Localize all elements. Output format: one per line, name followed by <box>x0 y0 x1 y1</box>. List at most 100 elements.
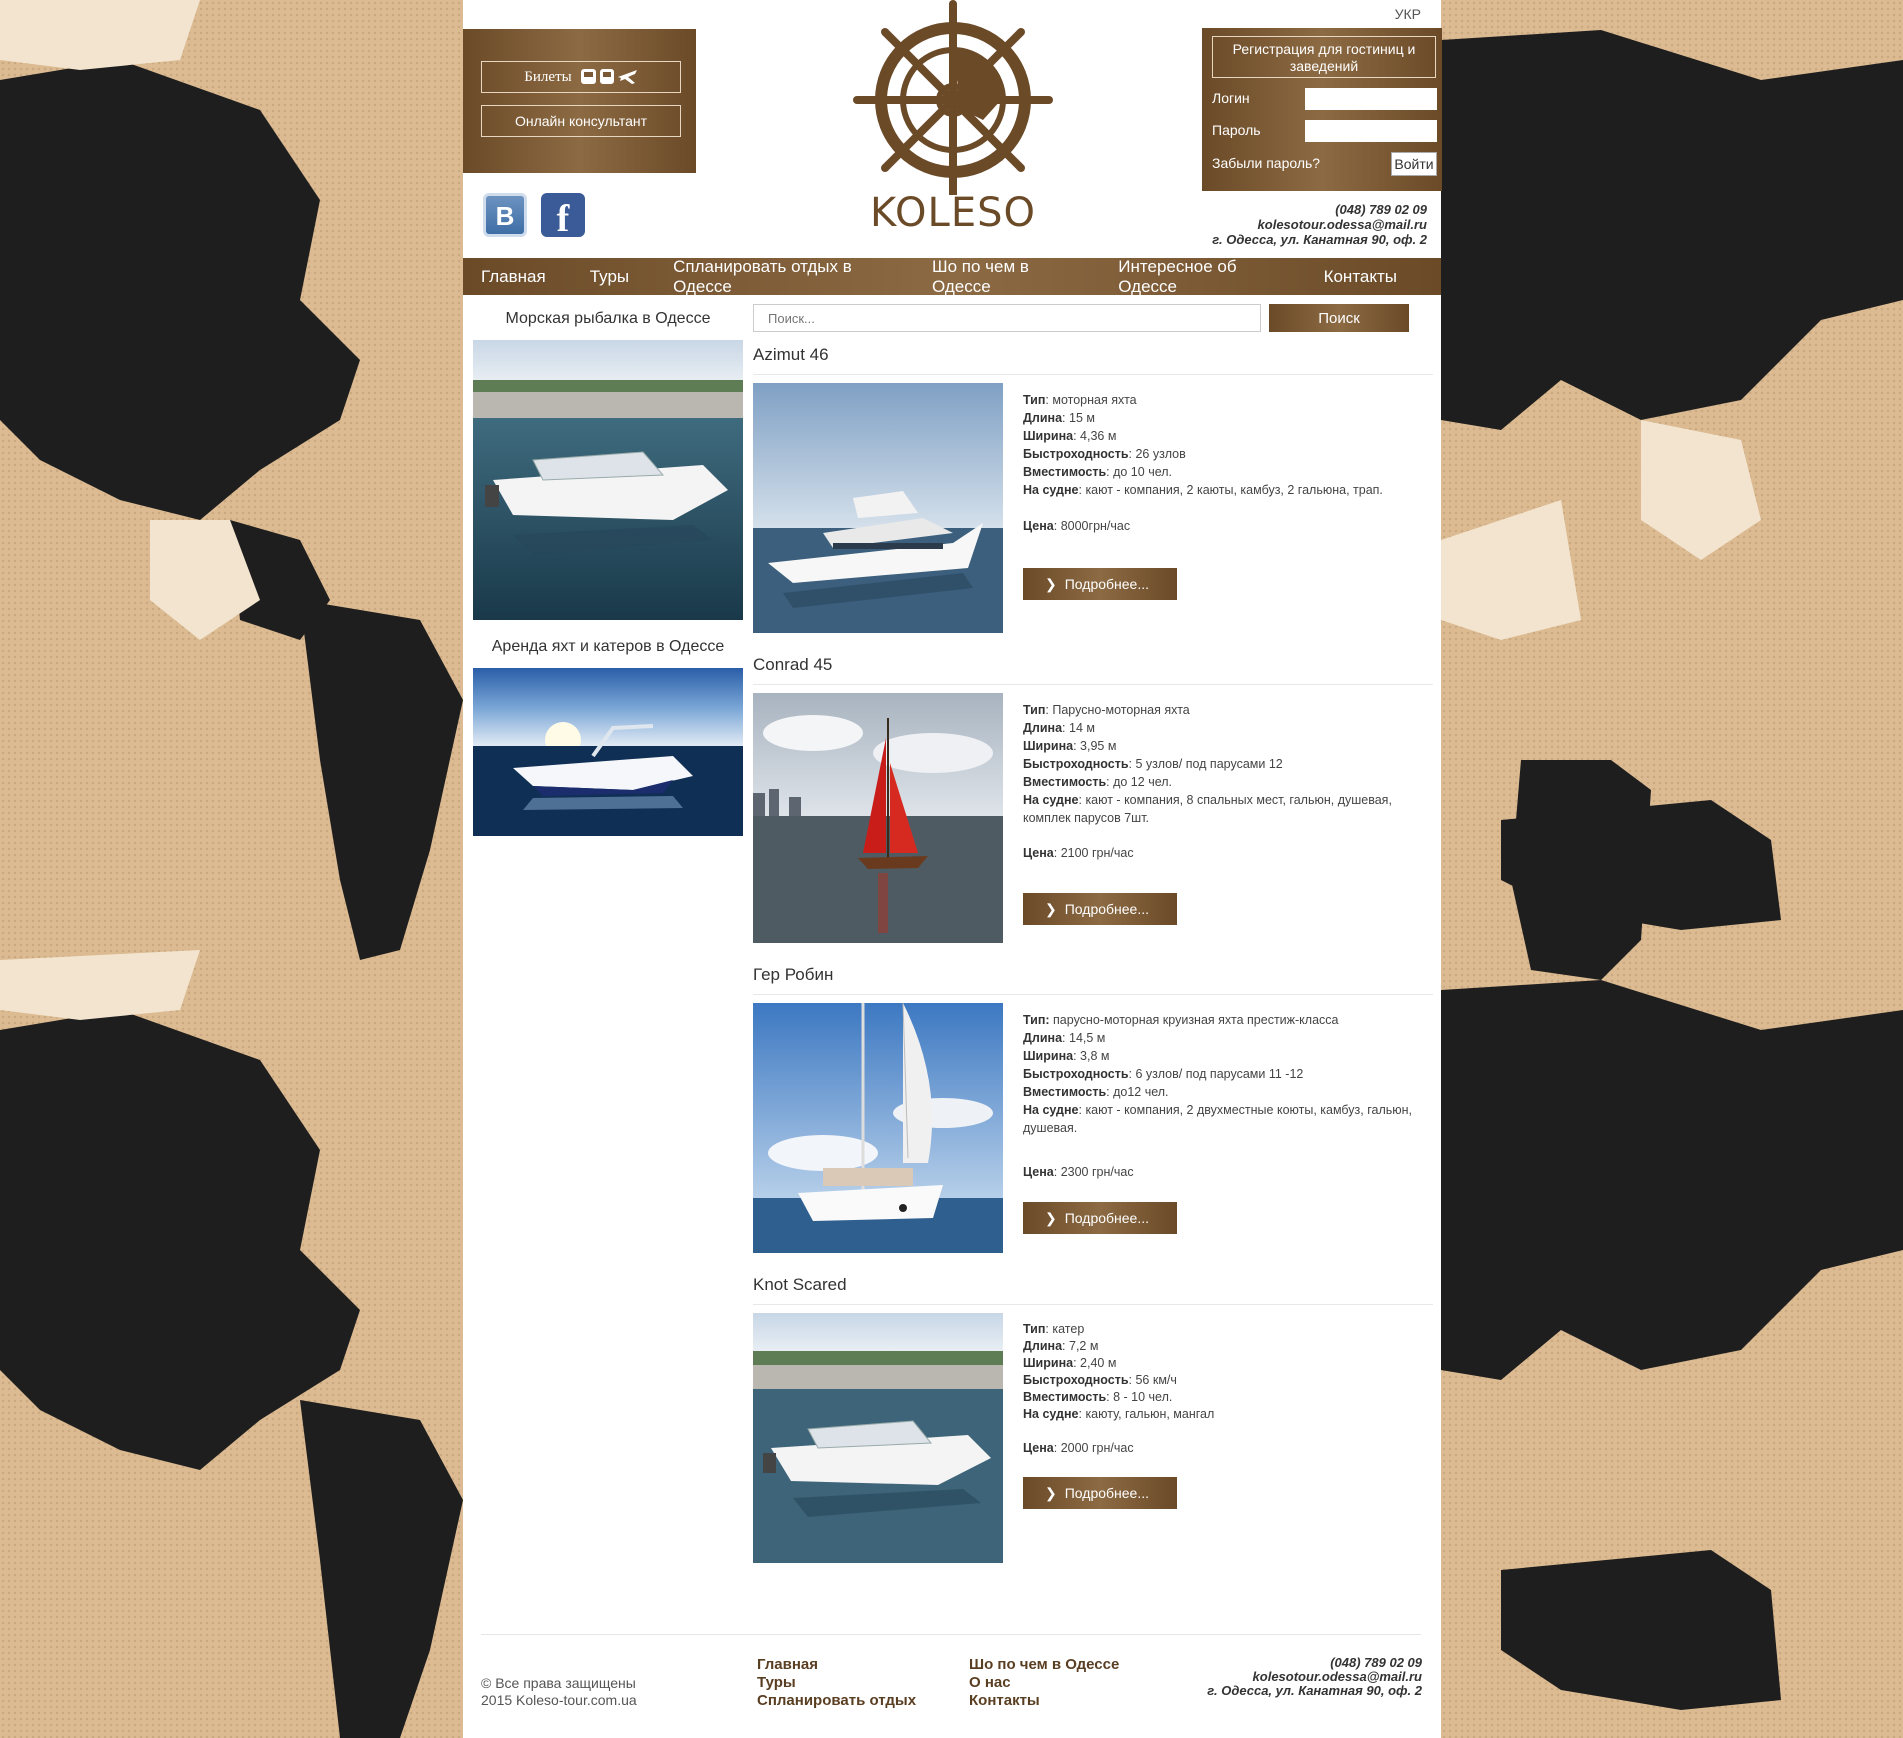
nav-contacts[interactable]: Контакты <box>1324 267 1397 287</box>
yacht-photo[interactable] <box>753 1003 1003 1253</box>
spec-label: Вместимость <box>1023 465 1107 479</box>
spec-value: 2,40 м <box>1080 1356 1117 1370</box>
footer-email[interactable]: kolesotour.odessa@mail.ru <box>1207 1670 1422 1684</box>
tickets-button[interactable]: Билеты <box>481 61 681 93</box>
spec-label: Ширина <box>1023 1356 1074 1370</box>
spec-value: кают - компания, 2 каюты, камбуз, 2 галь… <box>1085 483 1383 497</box>
yacht-specs: Тип: катер Длина: 7,2 м Ширина: 2,40 м Б… <box>1023 1322 1215 1455</box>
world-map-right-image <box>1441 30 1903 1710</box>
spec-label: Тип <box>1023 1322 1046 1336</box>
footer-link-about[interactable]: О нас <box>969 1674 1119 1692</box>
spec-value: 4,36 м <box>1080 429 1117 443</box>
fishing-boat-image[interactable] <box>473 340 743 620</box>
footer-link-contacts[interactable]: Контакты <box>969 1692 1119 1710</box>
spec-value: до 10 чел. <box>1113 465 1173 479</box>
register-button[interactable]: Регистрация для гостиниц и заведений <box>1212 36 1436 78</box>
more-button[interactable]: ❯ Подробнее... <box>1023 893 1177 925</box>
footer-link-plan[interactable]: Спланировать отдых <box>757 1692 916 1710</box>
spec-label: Ширина <box>1023 739 1074 753</box>
yacht-photo[interactable] <box>753 693 1003 943</box>
spec-value: 15 м <box>1069 411 1095 425</box>
footer-link-prices[interactable]: Шо по чем в Одессе <box>969 1656 1119 1674</box>
login-input[interactable] <box>1305 88 1437 110</box>
yacht-photo[interactable] <box>753 383 1003 633</box>
spec-label: Тип: <box>1023 1013 1050 1027</box>
forgot-password-link[interactable]: Забыли пароль? <box>1212 155 1320 171</box>
nav-interesting[interactable]: Интересное об Одессе <box>1118 257 1279 297</box>
spec-value: кают - компания, 2 двухместные коюты, ка… <box>1023 1103 1413 1135</box>
footer-link-home[interactable]: Главная <box>757 1656 916 1674</box>
more-label: Подробнее... <box>1064 901 1150 917</box>
footer-links-1: Главная Туры Спланировать отдых <box>757 1656 916 1710</box>
spec-value: кают - компания, 8 спальных мест, гальюн… <box>1023 793 1392 825</box>
search-input[interactable] <box>753 304 1261 332</box>
nav-tours[interactable]: Туры <box>590 267 629 287</box>
spec-value: до12 чел. <box>1113 1085 1169 1099</box>
spec-value: 14,5 м <box>1069 1031 1106 1045</box>
header-phone: (048) 789 02 09 <box>1335 202 1427 217</box>
yacht-title[interactable]: Conrad 45 <box>753 655 1433 685</box>
yacht-title[interactable]: Azimut 46 <box>753 345 1433 375</box>
footer-address: г. Одесса, ул. Канатная 90, оф. 2 <box>1207 1683 1422 1698</box>
sidebar-rental-title[interactable]: Аренда яхт и катеров в Одессе <box>473 638 743 656</box>
spec-value: до 12 чел. <box>1113 775 1173 789</box>
yacht-card: Knot Scared Тип: катер Длина: 7,2 м Шири… <box>753 1275 1433 1563</box>
header-email[interactable]: kolesotour.odessa@mail.ru <box>1212 217 1427 232</box>
spec-label: Вместимость <box>1023 1085 1107 1099</box>
more-label: Подробнее... <box>1064 1210 1150 1226</box>
spec-label: Длина <box>1023 1339 1063 1353</box>
spec-value: 56 км/ч <box>1135 1373 1177 1387</box>
spec-value: 14 м <box>1069 721 1095 735</box>
spec-label: На судне <box>1023 1103 1079 1117</box>
yacht-card: Conrad 45 Тип: Парусно-моторная яхта Дли… <box>753 655 1433 943</box>
more-button[interactable]: ❯ Подробнее... <box>1023 568 1177 600</box>
price-value: 2000 грн/час <box>1060 1441 1134 1455</box>
more-button[interactable]: ❯ Подробнее... <box>1023 1202 1177 1234</box>
footer-contacts: (048) 789 02 09 kolesotour.odessa@mail.r… <box>1207 1656 1422 1698</box>
nav-prices[interactable]: Шо по чем в Одессе <box>932 257 1074 297</box>
spec-value: 3,8 м <box>1080 1049 1110 1063</box>
yacht-title[interactable]: Knot Scared <box>753 1275 1433 1305</box>
more-label: Подробнее... <box>1064 1485 1150 1501</box>
chevron-right-icon: ❯ <box>1045 575 1057 592</box>
spec-label: Тип <box>1023 393 1046 407</box>
footer-link-tours[interactable]: Туры <box>757 1674 916 1692</box>
yacht-specs: Тип: моторная яхта Длина: 15 м Ширина: 4… <box>1023 393 1383 533</box>
sidebar-fishing-title[interactable]: Морская рыбалка в Одессе <box>473 310 743 328</box>
spec-value: 5 узлов/ под парусами 12 <box>1135 757 1283 771</box>
spec-label: Длина <box>1023 1031 1063 1045</box>
spec-label: Ширина <box>1023 1049 1074 1063</box>
spec-label: Длина <box>1023 411 1063 425</box>
spec-label: Вместимость <box>1023 775 1107 789</box>
nav-plan-vacation[interactable]: Спланировать отдых в Одессе <box>673 257 888 297</box>
header-contacts: (048) 789 02 09 kolesotour.odessa@mail.r… <box>1212 202 1427 247</box>
footer-divider <box>481 1634 1421 1635</box>
vk-icon[interactable]: В <box>483 193 527 237</box>
speedboat-image[interactable] <box>473 668 743 836</box>
site-logo[interactable]: KOLESO <box>853 0 1053 236</box>
chevron-right-icon: ❯ <box>1045 1484 1057 1501</box>
more-button[interactable]: ❯ Подробнее... <box>1023 1477 1177 1509</box>
nav-home[interactable]: Главная <box>481 267 546 287</box>
yacht-title[interactable]: Гер Робин <box>753 965 1433 995</box>
tickets-label: Билеты <box>524 68 572 85</box>
yacht-photo[interactable] <box>753 1313 1003 1563</box>
search-button[interactable]: Поиск <box>1269 304 1409 332</box>
more-label: Подробнее... <box>1064 576 1150 592</box>
price-label: Цена <box>1023 1165 1054 1179</box>
language-switch[interactable]: УКР <box>1395 6 1421 22</box>
password-input[interactable] <box>1305 120 1437 142</box>
background-map-right <box>1441 0 1903 1738</box>
login-button[interactable]: Войти <box>1391 152 1437 176</box>
header-address: г. Одесса, ул. Канатная 90, оф. 2 <box>1212 232 1427 247</box>
login-label: Логин <box>1212 90 1250 106</box>
facebook-icon[interactable]: f <box>541 193 585 240</box>
spec-value: катер <box>1052 1322 1085 1336</box>
page-container: УКР Билеты Онлайн консультант В f KOLESO… <box>463 0 1442 1738</box>
price-label: Цена <box>1023 519 1054 533</box>
spec-label: Ширина <box>1023 429 1074 443</box>
spec-label: На судне <box>1023 483 1079 497</box>
spec-value: моторная яхта <box>1052 393 1137 407</box>
online-consultant-button[interactable]: Онлайн консультант <box>481 105 681 137</box>
spec-label: На судне <box>1023 793 1079 807</box>
